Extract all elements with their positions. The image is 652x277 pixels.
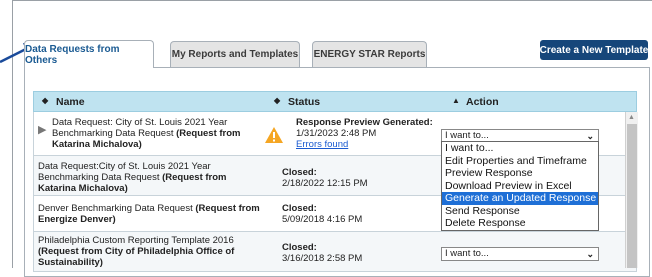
scroll-up-icon[interactable]: ▲ bbox=[628, 114, 635, 121]
column-header-status[interactable]: Status bbox=[288, 96, 320, 108]
menu-item[interactable]: Preview Response bbox=[442, 167, 598, 180]
menu-item[interactable]: Download Preview in Excel bbox=[442, 180, 598, 193]
request-name: Data Request: City of St. Louis 2021 Yea… bbox=[52, 117, 241, 150]
chevron-down-icon: ⌄ bbox=[586, 249, 594, 259]
table-header: ◆ Name ◆ Status ▲ Action bbox=[33, 91, 637, 112]
status-text: Closed: 3/16/2018 2:58 PM bbox=[282, 242, 363, 264]
status-text: Response Preview Generated: 1/31/2023 2:… bbox=[296, 117, 433, 150]
menu-item[interactable]: Delete Response bbox=[442, 217, 598, 230]
action-dropdown-menu[interactable]: I want to... Edit Properties and Timefra… bbox=[441, 141, 599, 231]
tab-data-requests[interactable]: Data Requests from Others bbox=[24, 40, 154, 68]
tab-energy-star-reports[interactable]: ENERGY STAR Reports bbox=[312, 41, 427, 67]
status-text: Closed: 5/09/2018 4:16 PM bbox=[282, 203, 363, 225]
table-row[interactable]: Philadelphia Custom Reporting Template 2… bbox=[33, 232, 637, 272]
create-template-button[interactable]: Create a New Template bbox=[540, 40, 648, 60]
sort-icon[interactable]: ◆ bbox=[274, 96, 280, 105]
menu-item[interactable]: Send Response bbox=[442, 205, 598, 218]
request-name: Data Request:City of St. Louis 2021 Year… bbox=[38, 161, 227, 194]
tab-my-reports[interactable]: My Reports and Templates bbox=[170, 41, 300, 67]
status-text: Closed: 2/18/2022 12:15 PM bbox=[282, 167, 368, 189]
request-name: Denver Benchmarking Data Request (Reques… bbox=[38, 203, 260, 225]
errors-found-link[interactable]: Errors found bbox=[296, 139, 348, 150]
scrollbar[interactable]: ▲ bbox=[625, 112, 638, 268]
scrollbar-thumb[interactable] bbox=[627, 124, 637, 268]
sort-icon[interactable]: ◆ bbox=[42, 96, 48, 105]
menu-item[interactable]: Edit Properties and Timeframe bbox=[442, 155, 598, 168]
column-header-action[interactable]: Action bbox=[466, 96, 499, 108]
column-header-name[interactable]: Name bbox=[56, 96, 85, 108]
menu-item-selected[interactable]: Generate an Updated Response bbox=[442, 192, 598, 205]
warning-icon bbox=[265, 127, 283, 143]
row-expand-icon[interactable]: ▶ bbox=[38, 125, 46, 136]
action-select[interactable]: I want to... ⌄ bbox=[441, 247, 599, 261]
request-name: Philadelphia Custom Reporting Template 2… bbox=[38, 235, 235, 268]
menu-item[interactable]: I want to... bbox=[442, 142, 598, 155]
sort-ascending-icon[interactable]: ▲ bbox=[452, 96, 460, 105]
